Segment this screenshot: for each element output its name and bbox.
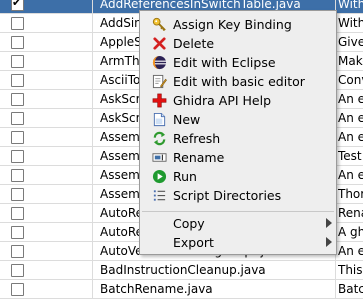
menu-item-assign-key-binding[interactable]: Assign Key Binding: [140, 15, 336, 34]
row-checkbox[interactable]: [11, 264, 24, 277]
menu-item-run[interactable]: Run: [140, 167, 336, 186]
row-checkbox[interactable]: [11, 207, 24, 220]
rename-icon: [152, 153, 167, 162]
column-divider: [92, 185, 93, 203]
table-row[interactable]: BadInstructionCleanup.java This: [0, 261, 363, 280]
menu-item-export[interactable]: Export: [140, 233, 336, 252]
row-checkbox[interactable]: [11, 36, 24, 49]
menu-label: New: [173, 112, 201, 127]
script-description-cell: An e: [338, 168, 363, 182]
script-description-cell: Test: [338, 149, 362, 163]
script-description-cell: With: [338, 16, 363, 30]
script-description-cell: With: [338, 0, 363, 11]
menu-item-refresh[interactable]: Refresh: [140, 129, 336, 148]
run-icon: [152, 169, 167, 184]
menu-label: Assign Key Binding: [173, 17, 292, 32]
menu-label: Ghidra API Help: [173, 93, 272, 108]
column-divider: [92, 204, 93, 222]
script-description-cell: Conv: [338, 73, 363, 87]
menu-label: Edit with basic editor: [173, 74, 305, 89]
script-name-cell: BadInstructionCleanup.java: [100, 263, 266, 277]
column-divider: [92, 280, 93, 298]
column-divider: [92, 242, 93, 260]
column-divider: [92, 223, 93, 241]
column-divider: [92, 33, 93, 51]
column-divider: [92, 147, 93, 165]
new-file-icon: [153, 112, 166, 127]
column-divider: [335, 261, 336, 279]
context-menu: Assign Key Binding Delete Edit with Ecli…: [139, 10, 337, 255]
row-checkbox[interactable]: [11, 55, 24, 68]
column-divider: [92, 0, 93, 13]
row-checkbox[interactable]: [11, 169, 24, 182]
row-checkbox[interactable]: [11, 131, 24, 144]
menu-separator: [142, 211, 334, 212]
script-description-cell: Rena: [338, 206, 363, 220]
menu-label: Script Directories: [173, 188, 282, 203]
menu-label: Export: [173, 235, 214, 250]
refresh-icon: [153, 131, 166, 146]
script-description-cell: Batc: [338, 282, 363, 296]
key-icon: [152, 17, 166, 31]
menu-label: Run: [173, 169, 197, 184]
row-checkbox[interactable]: [11, 150, 24, 163]
script-description-cell: An e: [338, 111, 363, 125]
column-divider: [92, 71, 93, 89]
menu-label: Edit with Eclipse: [173, 55, 276, 70]
column-divider: [92, 14, 93, 32]
script-description-cell: An e: [338, 92, 363, 106]
row-checkbox[interactable]: [11, 93, 24, 106]
submenu-arrow-icon: [326, 237, 332, 247]
help-cross-icon: [152, 93, 167, 108]
script-description-cell: Make: [338, 54, 363, 68]
row-checkbox[interactable]: [11, 0, 24, 11]
delete-icon: [153, 37, 166, 50]
list-icon: [153, 190, 166, 201]
menu-item-edit-with-eclipse[interactable]: Edit with Eclipse: [140, 53, 336, 72]
menu-label: Refresh: [173, 131, 221, 146]
script-description-cell: An e: [338, 244, 363, 258]
column-divider: [92, 128, 93, 146]
script-description-cell: Give: [338, 35, 363, 49]
script-description-cell: This: [338, 263, 363, 277]
column-divider: [92, 166, 93, 184]
column-divider: [92, 52, 93, 70]
row-checkbox[interactable]: [11, 283, 24, 296]
column-divider: [335, 280, 336, 298]
menu-item-copy[interactable]: Copy: [140, 214, 336, 233]
menu-item-rename[interactable]: Rename: [140, 148, 336, 167]
script-description-cell: An e: [338, 130, 363, 144]
row-checkbox[interactable]: [11, 226, 24, 239]
menu-label: Delete: [173, 36, 215, 51]
row-checkbox[interactable]: [11, 112, 24, 125]
column-divider: [92, 109, 93, 127]
script-name-cell: BatchRename.java: [100, 282, 213, 296]
column-divider: [92, 90, 93, 108]
edit-icon: [152, 74, 167, 89]
row-checkbox[interactable]: [11, 17, 24, 30]
row-checkbox[interactable]: [11, 74, 24, 87]
row-checkbox[interactable]: [11, 188, 24, 201]
eclipse-icon: [152, 55, 167, 70]
column-divider: [92, 261, 93, 279]
menu-item-script-directories[interactable]: Script Directories: [140, 186, 336, 205]
table-row[interactable]: BatchRename.java Batc: [0, 280, 363, 299]
menu-item-edit-with-basic-editor[interactable]: Edit with basic editor: [140, 72, 336, 91]
submenu-arrow-icon: [326, 218, 332, 228]
script-description-cell: A gh: [338, 225, 363, 239]
script-description-cell: Thor: [338, 187, 363, 201]
menu-label: Copy: [173, 216, 205, 231]
menu-label: Rename: [173, 150, 225, 165]
menu-item-delete[interactable]: Delete: [140, 34, 336, 53]
menu-item-new[interactable]: New: [140, 110, 336, 129]
menu-item-ghidra-api-help[interactable]: Ghidra API Help: [140, 91, 336, 110]
row-checkbox[interactable]: [11, 245, 24, 258]
